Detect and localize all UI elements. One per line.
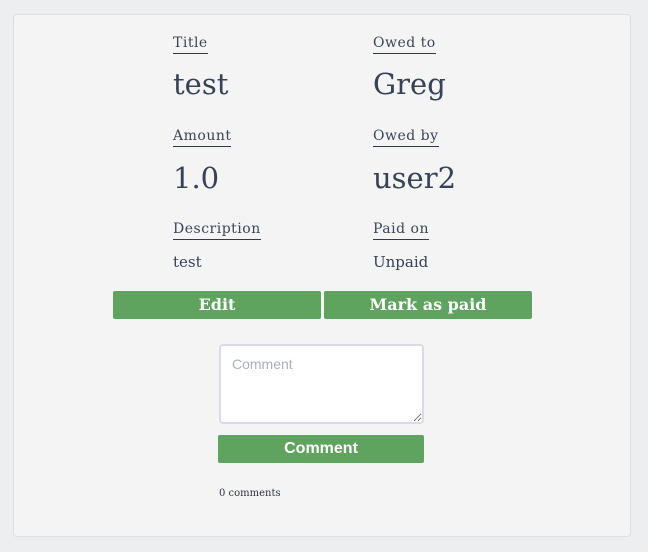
owed-by-label: Owed by	[373, 128, 439, 147]
amount-label: Amount	[173, 128, 232, 147]
mark-as-paid-button[interactable]: Mark as paid	[324, 291, 532, 319]
debt-detail-card: Title test Owed to Greg Amount 1.0 Owed …	[13, 14, 631, 537]
title-label: Title	[173, 35, 208, 54]
paid-on-value: Unpaid	[373, 253, 429, 271]
comment-input[interactable]	[219, 344, 424, 424]
owed-to-value: Greg	[373, 67, 446, 101]
description-value: test	[173, 253, 202, 271]
comment-submit-button[interactable]: Comment	[218, 435, 424, 463]
comment-count: 0 comments	[219, 488, 281, 499]
description-label: Description	[173, 221, 261, 240]
owed-to-label: Owed to	[373, 35, 436, 54]
owed-by-value: user2	[373, 161, 457, 195]
paid-on-label: Paid on	[373, 221, 429, 240]
amount-value: 1.0	[173, 161, 220, 195]
title-value: test	[173, 67, 229, 101]
edit-button[interactable]: Edit	[113, 291, 321, 319]
